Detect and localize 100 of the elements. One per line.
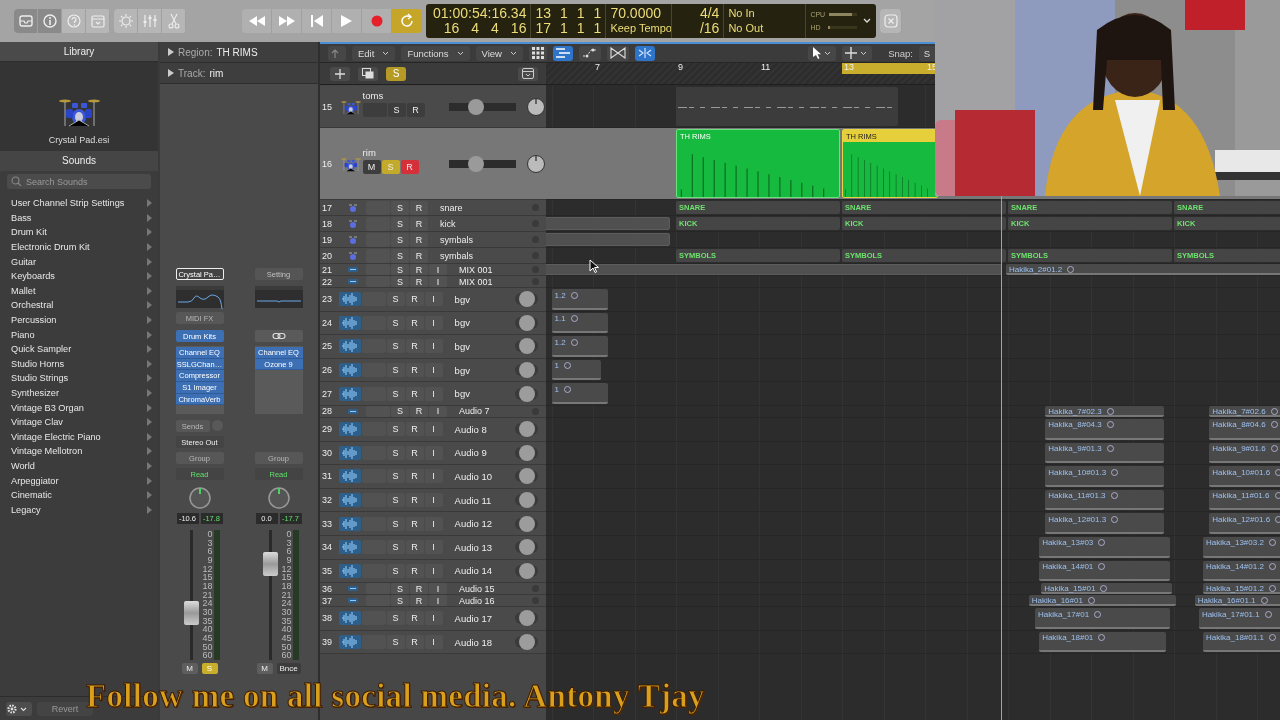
region[interactable]: 1.2	[551, 289, 608, 310]
track-button[interactable]: R	[410, 264, 428, 275]
track-button[interactable]: S	[391, 216, 409, 231]
track-header[interactable]: 23 S R I bgv	[320, 288, 546, 312]
track-on-toggle[interactable]	[514, 562, 538, 579]
track-on-toggle[interactable]	[514, 539, 538, 556]
track-button[interactable]: R	[410, 583, 428, 595]
library-item[interactable]: Quick Sampler	[0, 341, 158, 357]
track-button[interactable]: S	[386, 493, 405, 508]
track-button[interactable]: I	[424, 292, 443, 307]
library-item[interactable]: Vintage Electric Piano	[0, 429, 158, 445]
track-button[interactable]: R	[405, 516, 424, 531]
track-button[interactable]: R	[405, 635, 424, 649]
region[interactable]: Hakika_12#01.6	[1209, 513, 1280, 534]
track-button[interactable]: S	[387, 103, 406, 117]
track-button[interactable]: R	[405, 386, 424, 401]
region[interactable]: Hakika_12#01.3	[1045, 513, 1164, 534]
region[interactable]: Hakika_16#01	[1028, 595, 1177, 607]
fader-thumb[interactable]	[183, 601, 199, 626]
track-header[interactable]: 19 S R symbals	[320, 232, 546, 248]
track-button[interactable]: S	[386, 445, 405, 460]
track-header[interactable]: 21 S R I MIX 001	[320, 264, 546, 276]
library-item[interactable]: Vintage Clav	[0, 414, 158, 430]
add-icon[interactable]	[330, 66, 350, 81]
region[interactable]: Hakika_17#01	[1034, 608, 1170, 629]
track-button[interactable]: R	[400, 160, 419, 174]
library-item[interactable]: Studio Horns	[0, 356, 158, 372]
track-button[interactable]: R	[405, 292, 424, 307]
track-button[interactable]: R	[405, 315, 424, 330]
region[interactable]: Hakika_16#01.1	[1194, 595, 1280, 607]
track-button[interactable]: I	[424, 315, 443, 330]
mute-slot[interactable]	[366, 583, 390, 595]
track-button[interactable]: S	[386, 363, 405, 378]
library-item[interactable]: Arpeggiator	[0, 473, 158, 488]
mute-slot[interactable]	[366, 595, 390, 607]
caret-icon[interactable]	[382, 50, 390, 56]
track-button[interactable]: I	[424, 469, 443, 484]
track-button[interactable]: S	[386, 386, 405, 401]
track-header[interactable]: 38 S R I Audio 17	[320, 607, 546, 631]
library-item[interactable]: Vintage B3 Organ	[0, 400, 158, 415]
track-button[interactable]: I	[424, 516, 443, 531]
track-header[interactable]: 37 S R I Audio 16	[320, 595, 546, 608]
library-item[interactable]: Vintage Mellotron	[0, 444, 158, 459]
track-button[interactable]: R	[410, 200, 428, 215]
track-on-toggle[interactable]	[514, 610, 538, 627]
track-button[interactable]: M	[362, 160, 381, 174]
track-button[interactable]: S	[386, 315, 405, 330]
region[interactable]: Hakika_15#01	[1041, 583, 1172, 595]
track-button[interactable]: S	[386, 611, 405, 626]
disclosure-icon[interactable]	[168, 48, 174, 56]
track-on-toggle[interactable]	[514, 468, 538, 485]
track-button[interactable]: S	[391, 276, 409, 287]
library-item[interactable]: Bass	[0, 210, 158, 226]
track-button[interactable]: R	[410, 595, 428, 607]
region[interactable]: Hakika_14#01.2	[1203, 560, 1280, 582]
menu-button[interactable]: Functions	[401, 45, 470, 61]
region[interactable]: Hakika_2#01.2	[1005, 264, 1280, 275]
track-button[interactable]: I	[424, 563, 443, 578]
region[interactable]: Hakika_10#01.3	[1045, 466, 1164, 487]
track-button[interactable]: S	[386, 516, 405, 531]
track-button[interactable]: I	[424, 611, 443, 626]
track-button[interactable]: S	[391, 595, 409, 607]
track-button[interactable]: R	[405, 469, 424, 484]
track-button[interactable]: R	[410, 232, 428, 247]
track-header[interactable]: 25 S R I bgv	[320, 335, 546, 359]
collapse-icon[interactable]	[518, 66, 538, 81]
region[interactable]: 1.1	[551, 312, 608, 334]
track-button[interactable]: R	[410, 216, 428, 231]
track-button[interactable]: S	[386, 339, 405, 354]
mute-slot[interactable]	[366, 405, 390, 417]
settings-button[interactable]	[6, 701, 32, 716]
library-item[interactable]: Orchestral	[0, 298, 158, 313]
track-button[interactable]: S	[391, 583, 409, 595]
eq-thumbnail[interactable]	[175, 286, 224, 308]
region[interactable]: Hakika_11#01.6	[1209, 489, 1280, 511]
track-button[interactable]: I	[424, 493, 443, 508]
bounce-button[interactable]: Bnce	[276, 663, 301, 674]
track-on-toggle[interactable]	[514, 385, 538, 402]
region[interactable]: Hakika_9#01.3	[1045, 442, 1164, 464]
back-icon[interactable]	[328, 45, 346, 61]
track-button[interactable]: R	[405, 611, 424, 626]
pointer-tool-icon[interactable]	[808, 45, 837, 61]
track-header[interactable]: 20 S R symbals	[320, 248, 546, 264]
track-button[interactable]: I	[424, 339, 443, 354]
region[interactable]: Hakika_17#01.1	[1198, 608, 1280, 629]
region[interactable]: Hakika_14#01	[1039, 560, 1170, 582]
track-button[interactable]: I	[424, 363, 443, 378]
catch-icon[interactable]	[635, 45, 655, 61]
track-button[interactable]: S	[391, 405, 409, 417]
track-on-toggle[interactable]	[514, 634, 538, 650]
duplicate-icon[interactable]	[358, 66, 378, 81]
track-button[interactable]: R	[410, 248, 428, 263]
menu-button[interactable]: View	[475, 45, 523, 61]
library-item[interactable]: Studio Strings	[0, 371, 158, 386]
info-icon[interactable]	[38, 9, 62, 33]
track-button[interactable]: R	[405, 493, 424, 508]
region[interactable]: 1.2	[551, 336, 608, 357]
track-button[interactable]: I	[424, 422, 443, 437]
search-field[interactable]: Search Sounds	[7, 174, 151, 189]
pan-knob[interactable]	[526, 96, 546, 117]
